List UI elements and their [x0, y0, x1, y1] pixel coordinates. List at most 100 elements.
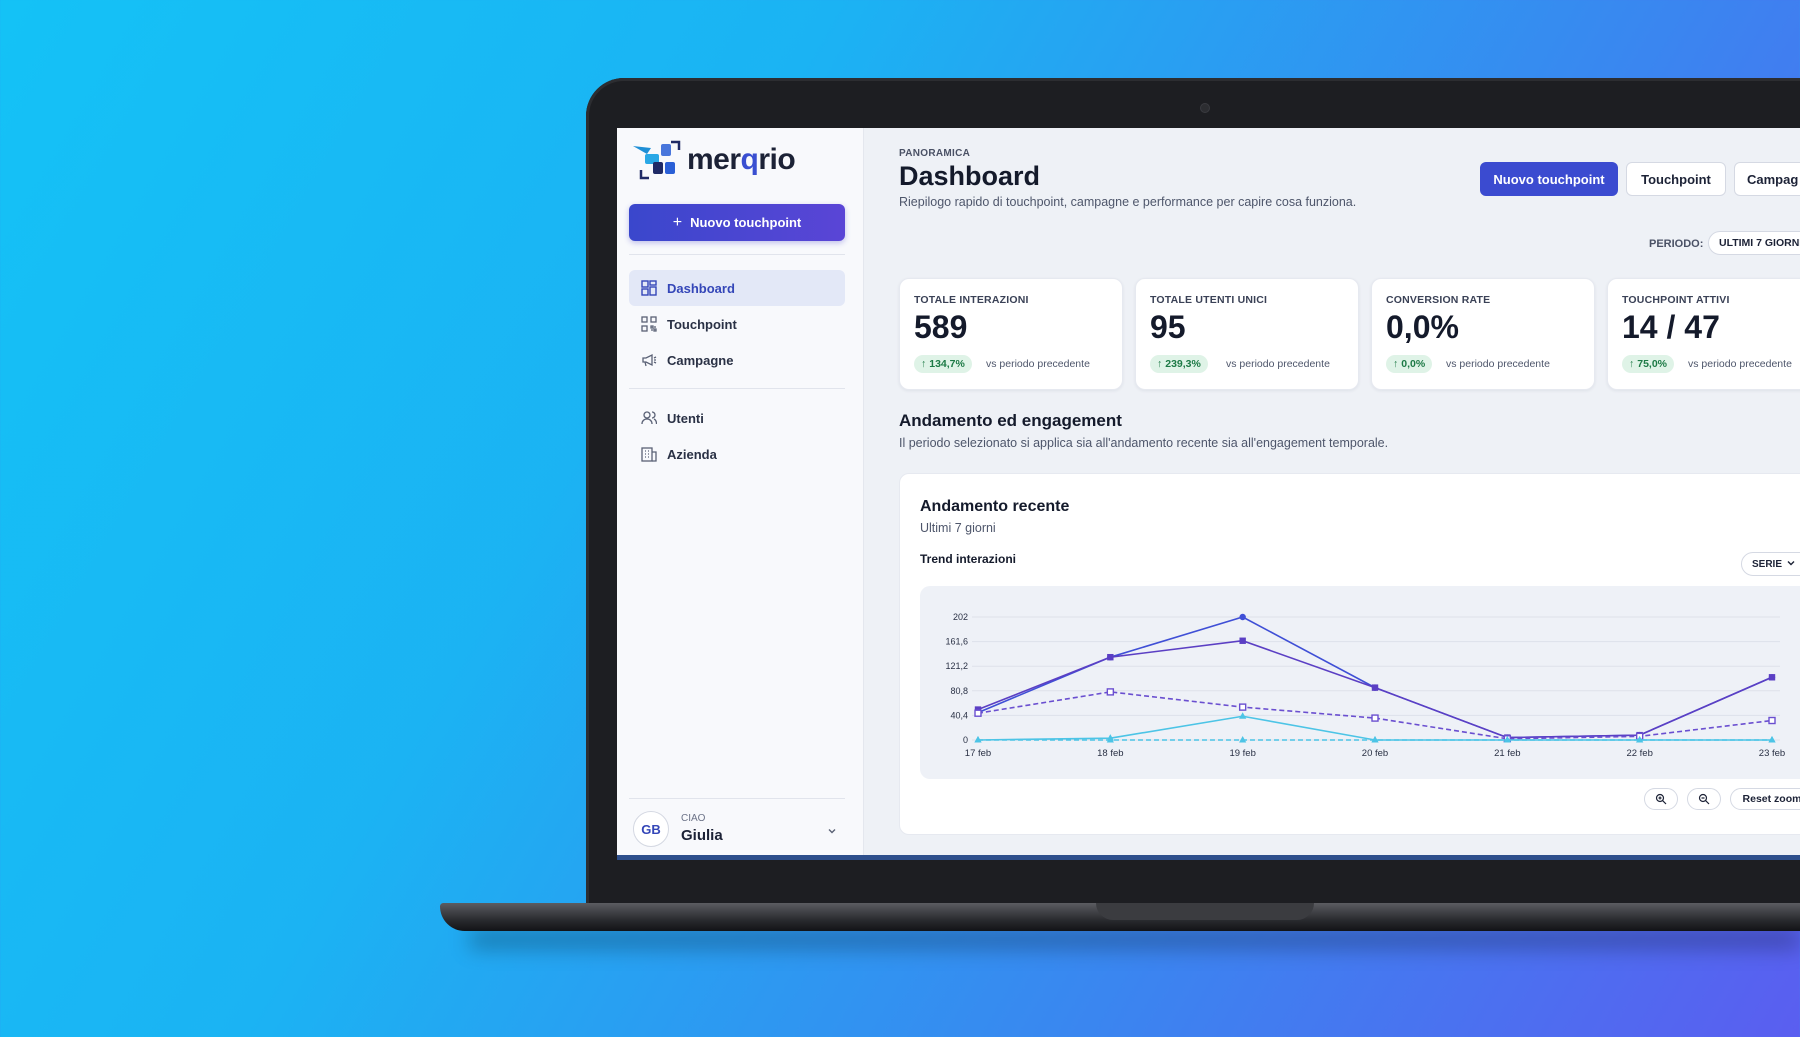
reset-zoom-button[interactable]: Reset zoom — [1730, 788, 1800, 810]
zoom-in-icon — [1655, 793, 1667, 805]
kpi-compare: vs periodo precedente — [1688, 358, 1792, 370]
y-tick-label: 121,2 — [945, 661, 968, 671]
sidebar-item-label: Campagne — [667, 352, 734, 368]
arrow-up-icon: ↑ — [1393, 358, 1399, 370]
data-point — [1107, 653, 1114, 661]
x-tick-label: 22 feb — [1626, 748, 1652, 759]
kpi-card: CONVERSION RATE 0,0% ↑ 0,0% vs periodo pr… — [1371, 278, 1595, 390]
data-point — [1768, 716, 1776, 725]
delta-badge: ↑ 0,0% — [1386, 355, 1433, 373]
user-name: Giulia — [681, 827, 723, 844]
kpi-value: 589 — [914, 309, 968, 345]
y-tick-label: 0 — [963, 735, 968, 745]
sidebar-item-touchpoint[interactable]: Touchpoint — [629, 306, 845, 342]
laptop-shadow — [470, 929, 1800, 949]
arrow-up-icon: ↑ — [1629, 358, 1635, 370]
arrow-up-icon: ↑ — [1157, 358, 1163, 370]
sidebar-item-label: Touchpoint — [667, 316, 737, 332]
data-point — [974, 709, 982, 717]
y-tick-label: 202 — [953, 612, 968, 622]
data-point — [1238, 703, 1247, 711]
camera-icon — [1200, 103, 1210, 113]
page-title: Dashboard — [899, 161, 1041, 191]
avatar: GB — [633, 811, 669, 847]
kpi-card: TOTALE INTERAZIONI 589 ↑ 134,7% vs period… — [899, 278, 1123, 390]
kpi-label: TOTALE UTENTI UNICI — [1150, 294, 1268, 306]
x-tick-label: 21 feb — [1494, 748, 1520, 759]
touchpoint-button[interactable]: Touchpoint — [1626, 162, 1726, 196]
campagne-button[interactable]: Campag — [1734, 162, 1800, 196]
building-icon — [641, 446, 657, 462]
logo-text: merqrio — [687, 143, 796, 176]
card-title: Andamento recente — [920, 498, 1070, 515]
y-tick-label: 161,6 — [945, 637, 968, 647]
x-tick-label: 19 feb — [1229, 748, 1255, 759]
users-icon — [641, 410, 657, 426]
card-subtitle: Ultimi 7 giorni — [920, 521, 996, 535]
delta-badge: ↑ 75,0% — [1622, 355, 1675, 373]
sidebar-item-label: Azienda — [667, 446, 717, 462]
sidebar-item-label: Utenti — [667, 410, 704, 426]
kpi-value: 95 — [1150, 309, 1186, 345]
trend-label: Trend interazioni — [920, 552, 1017, 566]
plus-icon: + — [672, 213, 683, 231]
user-menu[interactable]: GB CIAO Giulia — [629, 798, 845, 849]
data-point — [1371, 714, 1379, 722]
zoom-out-icon — [1698, 793, 1710, 805]
qr-icon — [641, 316, 657, 332]
megaphone-icon — [641, 352, 657, 368]
x-tick-label: 18 feb — [1097, 748, 1123, 759]
main-content: PANORAMICA Dashboard Riepilogo rapido di… — [863, 128, 1800, 858]
sidebar-item-campagne[interactable]: Campagne — [629, 342, 845, 378]
sidebar-item-dashboard[interactable]: Dashboard — [629, 270, 845, 306]
kpi-label: TOUCHPOINT ATTIVI — [1622, 294, 1730, 306]
kpi-value: 0,0% — [1386, 309, 1459, 345]
laptop-notch — [1096, 903, 1314, 920]
kpi-card: TOUCHPOINT ATTIVI 14 / 47 ↑ 75,0% vs peri… — [1607, 278, 1800, 390]
data-point — [1239, 637, 1246, 644]
sidebar: merqrio + Nuovo touchpoint Dashboard Tou… — [617, 128, 864, 858]
sidebar-item-azienda[interactable]: Azienda — [629, 436, 845, 472]
kpi-label: TOTALE INTERAZIONI — [914, 294, 1029, 306]
chevron-down-icon[interactable] — [827, 823, 837, 841]
period-select[interactable]: ULTIMI 7 GIORNI — [1708, 231, 1800, 255]
kpi-value: 14 / 47 — [1622, 309, 1720, 345]
y-tick-label: 80,8 — [950, 686, 968, 696]
kpi-compare: vs periodo precedente — [986, 358, 1090, 370]
data-point — [1371, 684, 1379, 691]
arrow-up-icon: ↑ — [921, 358, 927, 370]
data-point — [1239, 613, 1246, 621]
line-chart[interactable]: 0 40,4 80,8 121,2 161,6 202 17 feb 18 feb 19 feb… — [920, 586, 1800, 779]
zoom-in-button[interactable] — [1644, 788, 1678, 810]
new-touchpoint-header-button[interactable]: Nuovo touchpoint — [1480, 162, 1618, 196]
kpi-compare: vs periodo precedente — [1226, 358, 1330, 370]
logo-icon — [631, 140, 681, 180]
kpi-card: TOTALE UTENTI UNICI 95 ↑ 239,3% vs period… — [1135, 278, 1359, 390]
chevron-down-icon — [1786, 558, 1796, 571]
series-select[interactable]: SERIE — [1741, 552, 1800, 576]
sidebar-item-utenti[interactable]: Utenti — [629, 400, 845, 436]
screen-edge — [617, 855, 1800, 860]
page-subtitle: Riepilogo rapido di touchpoint, campagne… — [899, 195, 1357, 209]
divider — [629, 388, 845, 389]
chart-svg: 0 40,4 80,8 121,2 161,6 202 17 feb 18 feb 19 feb… — [945, 612, 1785, 759]
sidebar-item-label: Dashboard — [667, 280, 735, 296]
grid-icon — [641, 280, 657, 296]
greeting: CIAO — [681, 813, 706, 824]
x-tick-label: 20 feb — [1362, 748, 1388, 759]
x-tick-label: 17 feb — [965, 748, 991, 759]
kpi-compare: vs periodo precedente — [1446, 358, 1550, 370]
y-tick-label: 40,4 — [950, 710, 968, 720]
app-screen: merqrio + Nuovo touchpoint Dashboard Tou… — [617, 128, 1800, 858]
delta-badge: ↑ 134,7% — [914, 355, 972, 373]
new-touchpoint-button[interactable]: + Nuovo touchpoint — [629, 204, 845, 241]
data-point — [1106, 688, 1115, 696]
data-point — [1768, 674, 1776, 681]
zoom-out-button[interactable] — [1687, 788, 1721, 810]
logo: merqrio — [631, 140, 796, 180]
section-subtitle: Il periodo selezionato si applica sia al… — [899, 436, 1389, 450]
delta-badge: ↑ 239,3% — [1150, 355, 1208, 373]
chart-card: Andamento recente Ultimi 7 giorni Trend … — [899, 473, 1800, 835]
divider — [629, 254, 845, 255]
section-title: Andamento ed engagement — [899, 411, 1122, 430]
